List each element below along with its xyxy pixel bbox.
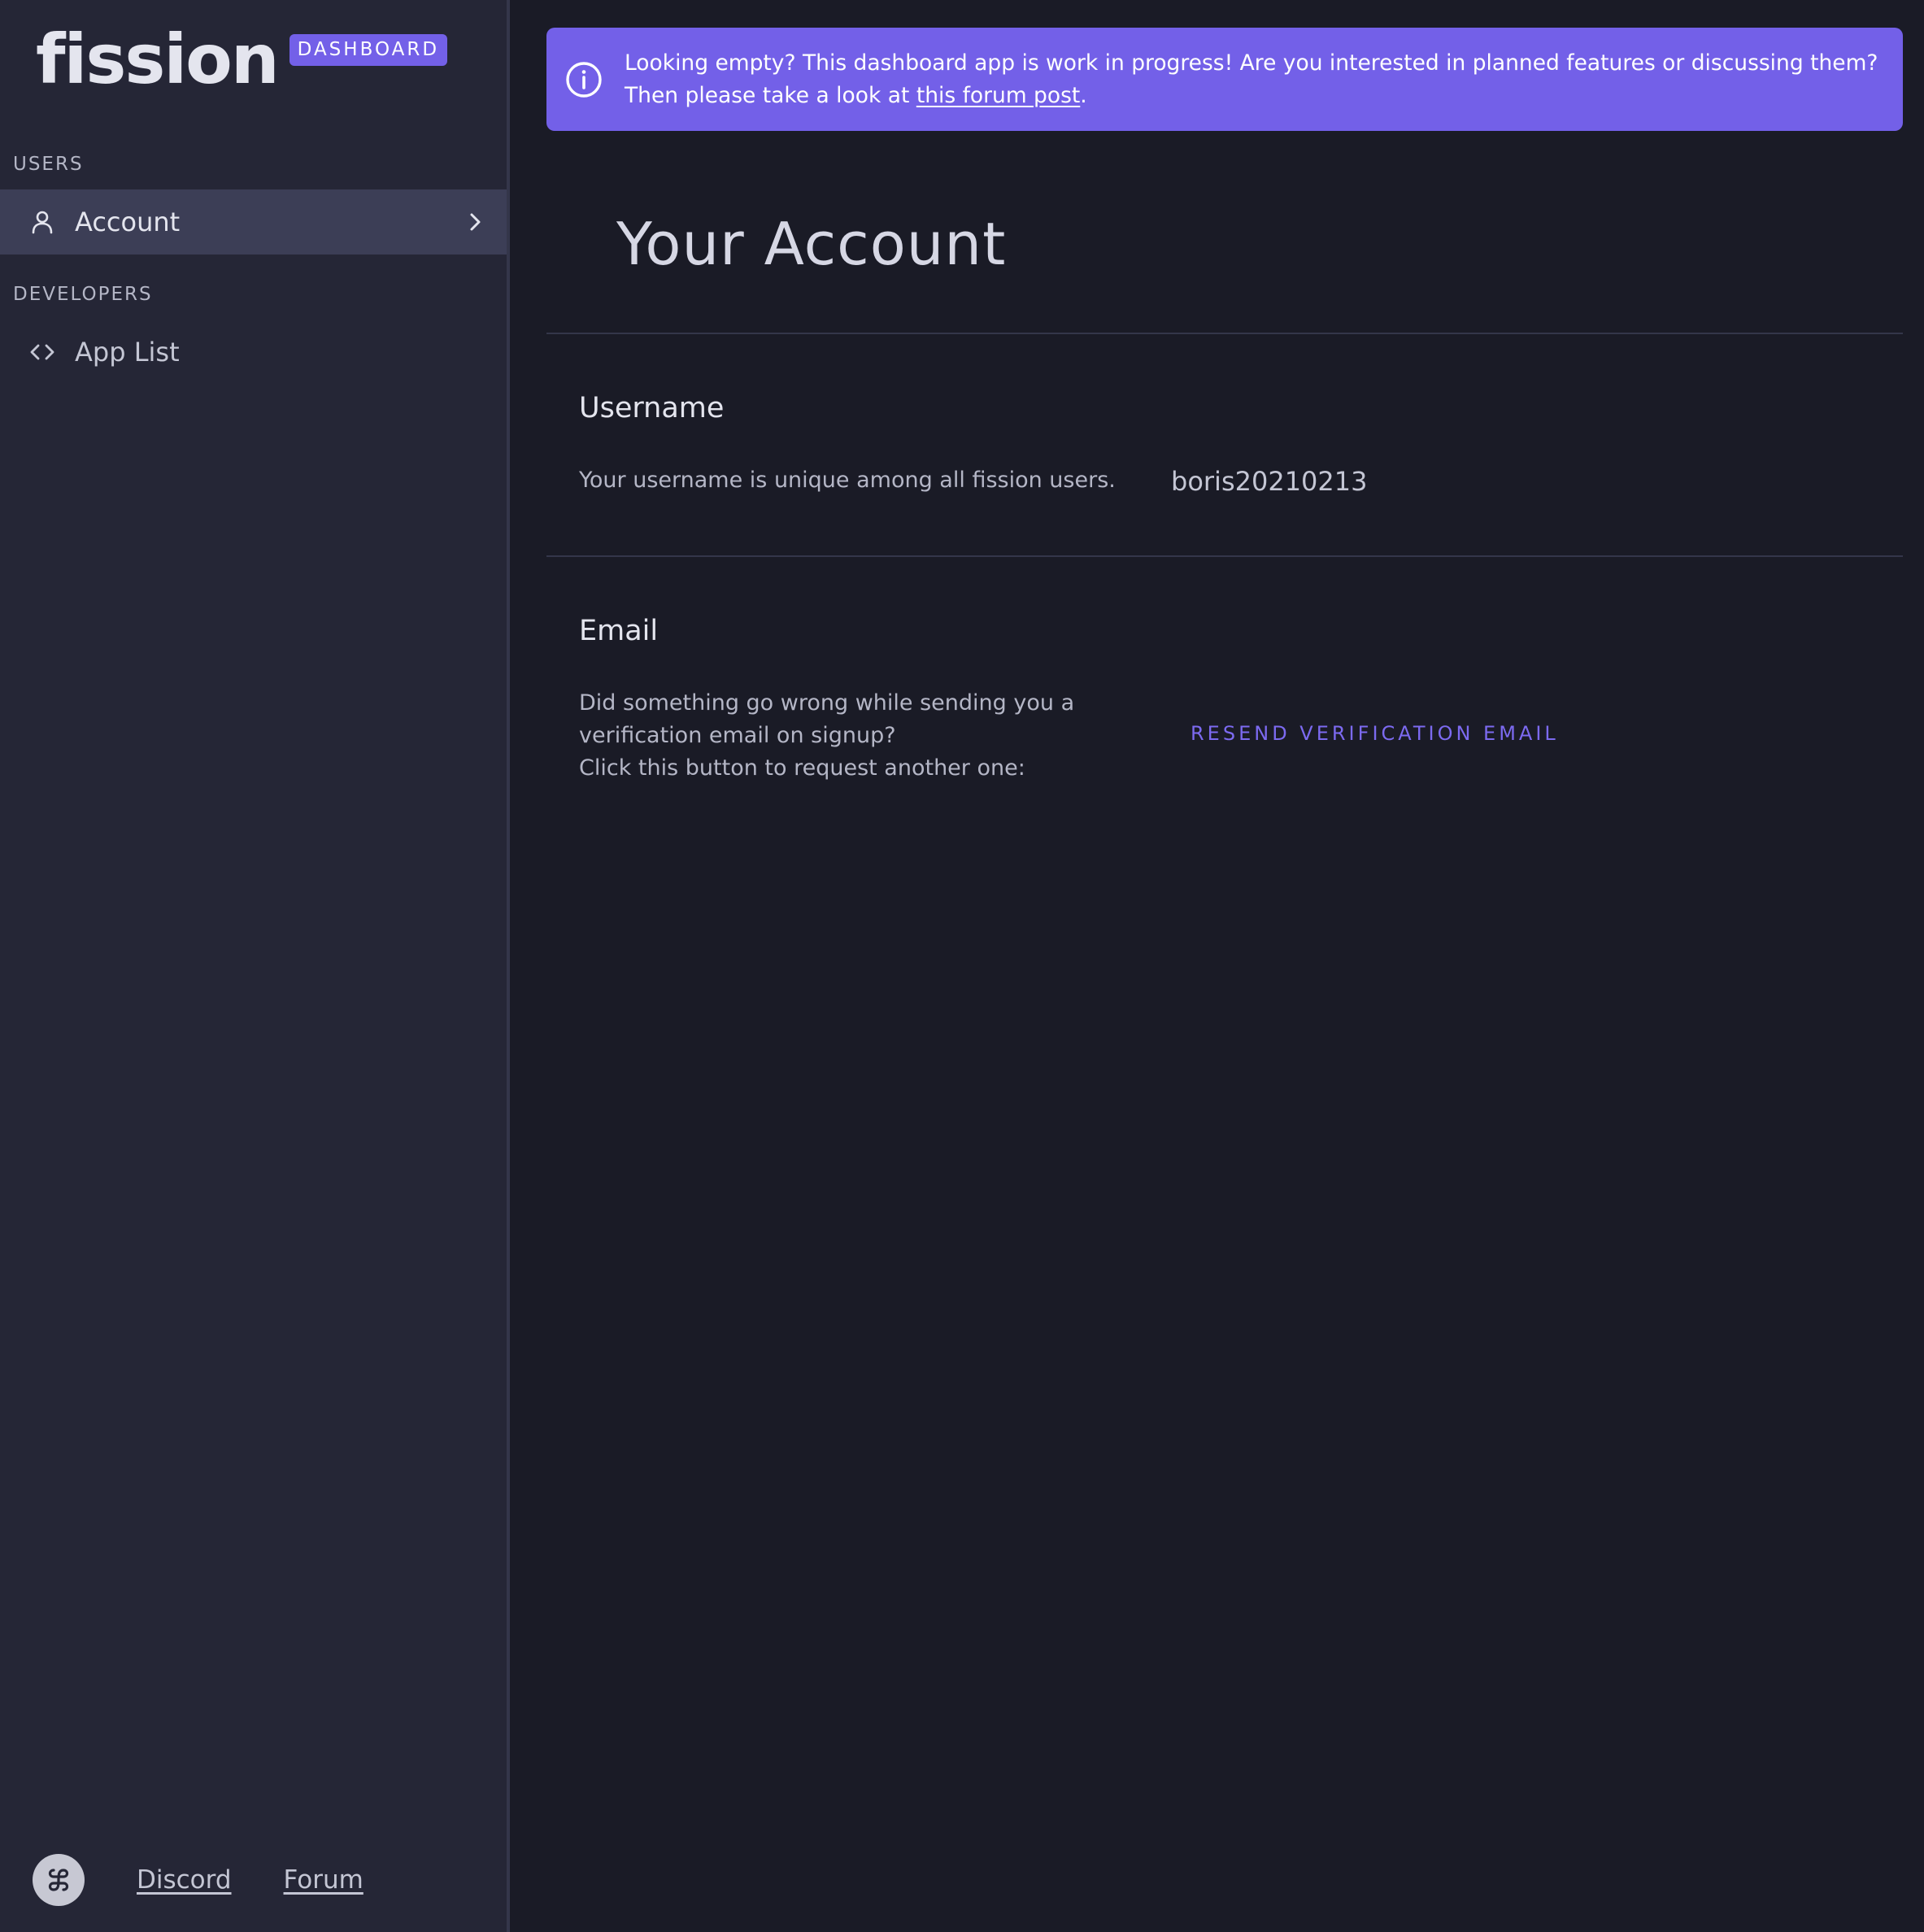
brand-logo-text: fission <box>36 20 280 99</box>
title-divider <box>546 333 1903 334</box>
email-description: Did something go wrong while sending you… <box>579 687 1074 785</box>
sidebar-item-label: App List <box>75 337 180 368</box>
app-root: fission DASHBOARD USERS Account DEVELOPE… <box>0 0 1924 1932</box>
discord-link[interactable]: Discord <box>137 1865 232 1895</box>
forum-post-link[interactable]: this forum post <box>916 83 1080 108</box>
user-icon <box>32 211 53 234</box>
email-description-line: Did something go wrong while sending you… <box>579 690 1075 716</box>
sidebar-item-account[interactable]: Account <box>0 189 507 255</box>
banner-text-after: . <box>1080 83 1087 108</box>
fission-logo-icon[interactable] <box>33 1854 85 1906</box>
brand[interactable]: fission DASHBOARD <box>36 20 448 99</box>
info-icon <box>566 62 602 98</box>
username-description: Your username is unique among all fissio… <box>579 468 1116 493</box>
info-banner: Looking empty? This dashboard app is wor… <box>546 28 1903 131</box>
banner-text-before: Looking empty? This dashboard app is wor… <box>625 50 1878 108</box>
page-title: Your Account <box>616 210 1007 278</box>
section-divider <box>546 555 1903 557</box>
dashboard-badge: DASHBOARD <box>289 34 448 66</box>
sidebar-item-app-list[interactable]: App List <box>0 320 507 385</box>
forum-link[interactable]: Forum <box>284 1865 363 1895</box>
sidebar-section-developers: DEVELOPERS <box>13 284 153 305</box>
email-description-line: Click this button to request another one… <box>579 755 1025 781</box>
banner-message: Looking empty? This dashboard app is wor… <box>625 47 1887 112</box>
sidebar-section-users: USERS <box>13 154 84 175</box>
username-heading: Username <box>579 392 725 424</box>
chevron-right-icon <box>470 213 481 231</box>
email-heading: Email <box>579 615 659 647</box>
sidebar-item-label: Account <box>75 207 181 237</box>
email-description-line: verification email on signup? <box>579 723 896 748</box>
username-value: boris20210213 <box>1171 466 1368 497</box>
sidebar: fission DASHBOARD USERS Account DEVELOPE… <box>0 0 510 1932</box>
code-icon <box>30 344 54 360</box>
resend-verification-email-button[interactable]: RESEND VERIFICATION EMAIL <box>1191 722 1559 745</box>
sidebar-footer: Discord Forum <box>33 1854 363 1906</box>
